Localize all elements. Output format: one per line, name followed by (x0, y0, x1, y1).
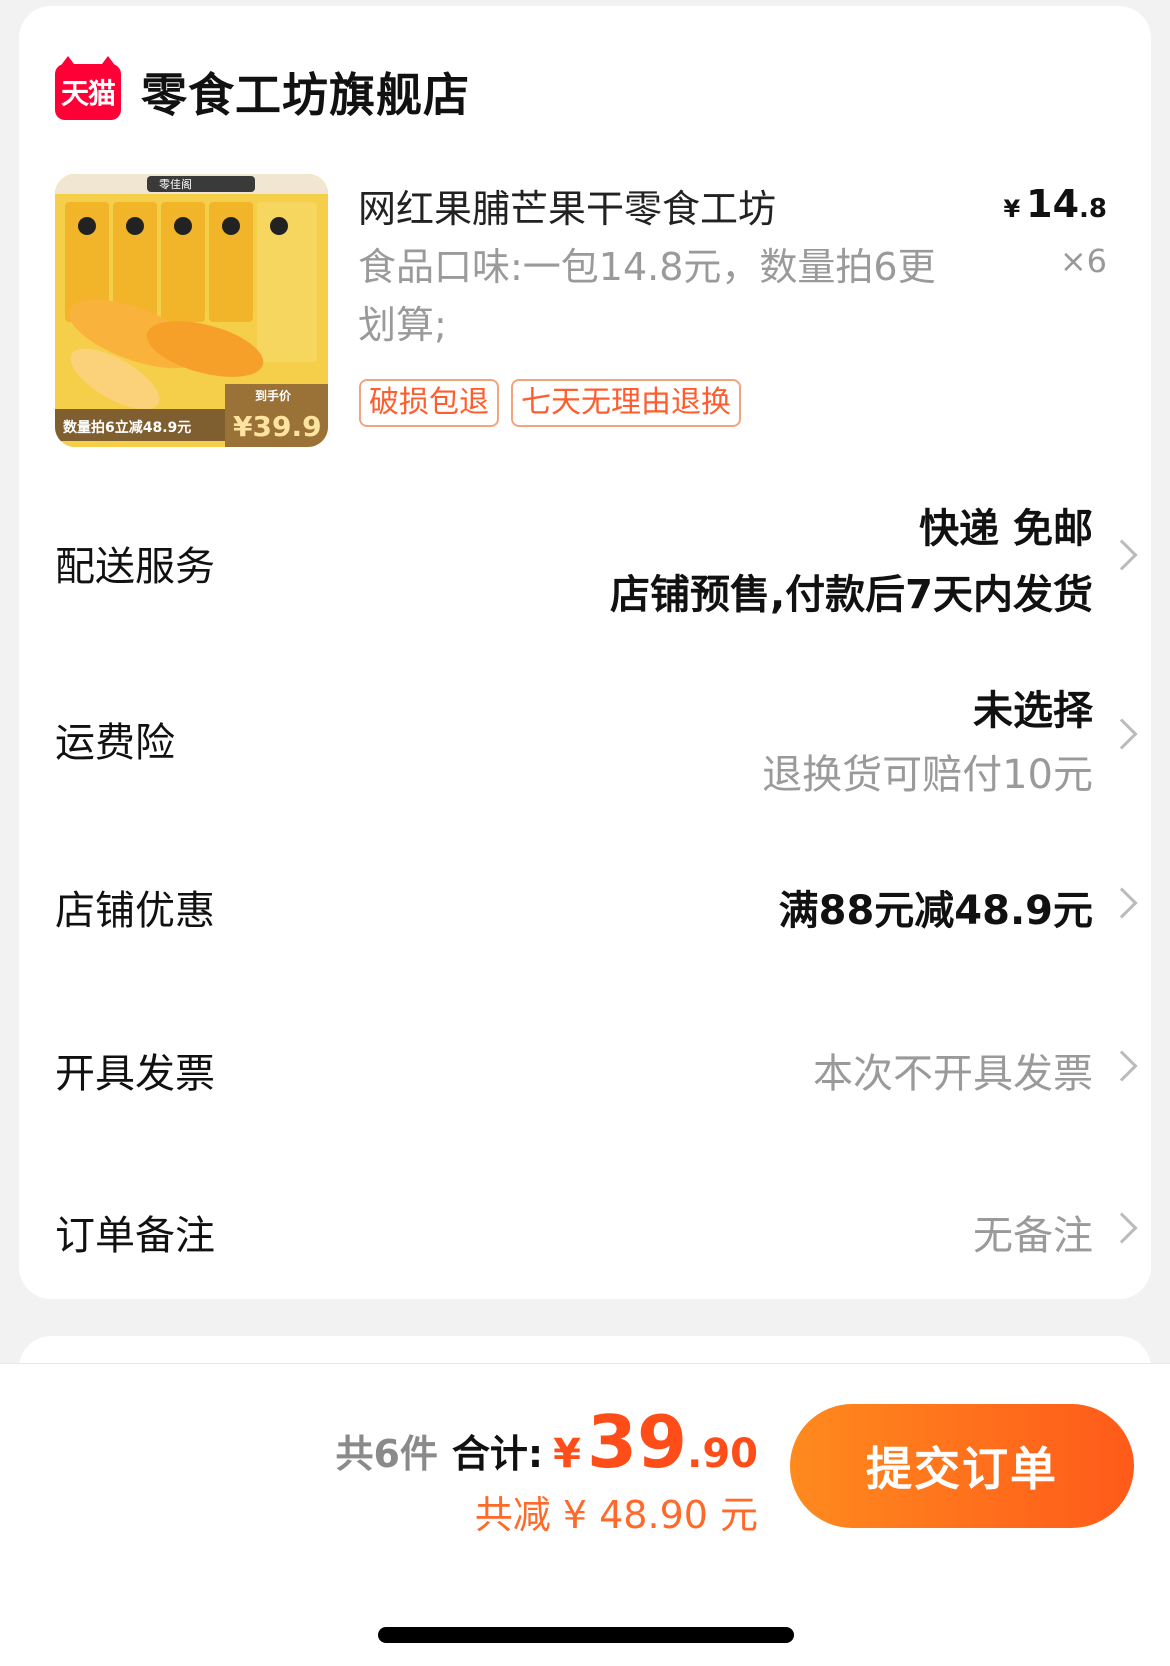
shipping-insurance-note: 退换货可赔付10元 (762, 752, 1093, 798)
order-card: 天猫 零食工坊旗舰店 零佳阁 数量拍6立减48.9元 到手价 ¥39.9 网红果… (19, 6, 1151, 1299)
product-price-int: 14 (1026, 182, 1080, 226)
chevron-right-icon (1106, 887, 1138, 919)
item-count: 共6件 (335, 1432, 438, 1476)
product-image[interactable]: 零佳阁 数量拍6立减48.9元 到手价 ¥39.9 (55, 174, 328, 447)
order-note-row[interactable]: 订单备注 无备注 (55, 1191, 1138, 1271)
product-quantity: ×6 (1059, 242, 1107, 280)
service-tags: 破损包退 七天无理由退换 (359, 379, 741, 427)
delivery-label: 配送服务 (55, 544, 215, 590)
chevron-right-icon (1106, 718, 1138, 750)
product-price-dec: .8 (1079, 194, 1107, 224)
product-price-symbol: ¥ (1003, 195, 1021, 223)
chevron-right-icon (1106, 539, 1138, 571)
delivery-method: 快递 免邮 (919, 506, 1093, 552)
store-discount-label: 店铺优惠 (55, 888, 215, 934)
total-label: 合计: (451, 1432, 544, 1476)
total-amount-int: 39 (586, 1400, 688, 1484)
product-image-hand-price-label: 到手价 (255, 388, 292, 403)
product-image-promo: 数量拍6立减48.9元 (63, 419, 191, 436)
order-note-value: 无备注 (973, 1213, 1093, 1259)
total-amount-dec: .90 (687, 1431, 758, 1477)
product-image-hand-price: ¥39.9 (233, 410, 322, 443)
invoice-row[interactable]: 开具发票 本次不开具发票 (55, 1029, 1138, 1109)
chevron-right-icon (1106, 1212, 1138, 1244)
order-note-label: 订单备注 (55, 1213, 215, 1259)
shipping-insurance-label: 运费险 (55, 720, 175, 766)
tag-seven-day-return[interactable]: 七天无理由退换 (511, 379, 741, 427)
home-indicator[interactable] (378, 1627, 794, 1643)
delivery-schedule: 店铺预售,付款后7天内发货 (609, 572, 1093, 618)
submit-order-button[interactable]: 提交订单 (790, 1404, 1134, 1528)
store-header[interactable]: 天猫 零食工坊旗舰店 (55, 56, 470, 125)
tmall-logo-text: 天猫 (60, 77, 116, 110)
product-title[interactable]: 网红果脯芒果干零食工坊 (358, 178, 776, 233)
store-discount-row[interactable]: 店铺优惠 满88元减48.9元 (55, 866, 1138, 946)
tag-damage-refund[interactable]: 破损包退 (359, 379, 499, 427)
total-currency: ¥ (553, 1431, 581, 1477)
checkout-bar: 共6件 合计: ¥ 39 .90 共减 ¥ 48.90 元 提交订单 (0, 1363, 1170, 1666)
store-name[interactable]: 零食工坊旗舰店 (141, 59, 470, 125)
product-image-brand: 零佳阁 (159, 177, 192, 191)
product-image-graphic: 零佳阁 数量拍6立减48.9元 到手价 ¥39.9 (55, 174, 328, 447)
invoice-value: 本次不开具发票 (813, 1051, 1093, 1097)
order-total: 共6件 合计: ¥ 39 .90 (335, 1400, 758, 1484)
total-saving[interactable]: 共减 ¥ 48.90 元 (475, 1484, 758, 1539)
invoice-label: 开具发票 (55, 1051, 215, 1097)
product-price: ¥14.8 (1003, 182, 1107, 226)
delivery-row[interactable]: 配送服务 快递 免邮 店铺预售,付款后7天内发货 (55, 484, 1138, 624)
tmall-logo: 天猫 (55, 56, 121, 120)
shipping-insurance-row[interactable]: 运费险 未选择 退换货可赔付10元 (55, 666, 1138, 806)
shipping-insurance-status: 未选择 (973, 688, 1093, 734)
product-spec: 食品口味:一包14.8元，数量拍6更划算; (358, 245, 936, 347)
store-discount-value: 满88元减48.9元 (778, 888, 1093, 934)
chevron-right-icon (1106, 1050, 1138, 1082)
